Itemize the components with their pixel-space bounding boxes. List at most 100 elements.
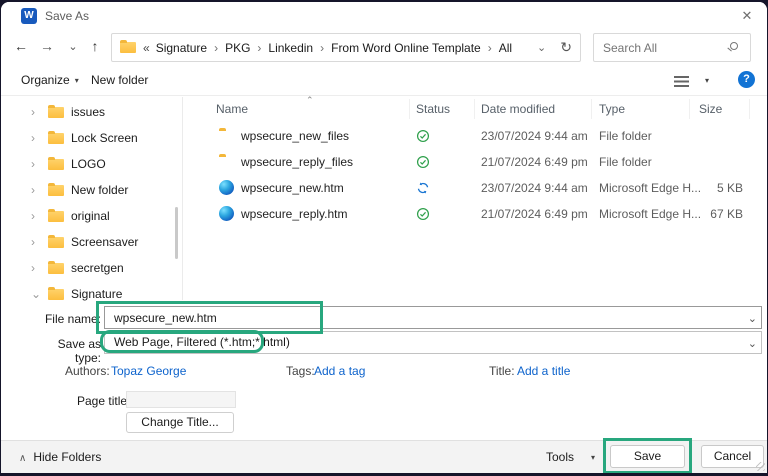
- up-icon[interactable]: ↑: [85, 38, 105, 54]
- column-divider[interactable]: [409, 99, 410, 119]
- column-header-type[interactable]: Type: [599, 102, 625, 116]
- file-name-input[interactable]: [104, 306, 762, 329]
- help-icon[interactable]: ?: [738, 71, 755, 88]
- file-row[interactable]: wpsecure_reply_files 21/07/2024 6:49 pm …: [184, 149, 767, 175]
- resize-grip[interactable]: [756, 462, 765, 471]
- title-label: Title:: [489, 364, 515, 378]
- search-icon[interactable]: [730, 42, 738, 50]
- recent-locations-chevron-icon[interactable]: ⌄: [63, 40, 83, 53]
- file-type: File folder: [599, 155, 652, 169]
- save-as-type-select[interactable]: Web Page, Filtered (*.htm;*.html): [104, 331, 762, 354]
- breadcrumb-segment[interactable]: From Word Online Template: [331, 41, 481, 55]
- chevron-right-icon: ›: [214, 41, 218, 55]
- breadcrumb-segment[interactable]: PKG: [225, 41, 250, 55]
- tools-chevron-icon[interactable]: ▾: [586, 450, 595, 464]
- file-name: wpsecure_reply_files: [241, 155, 353, 169]
- edge-browser-icon: [219, 206, 234, 221]
- sidebar-scrollbar[interactable]: [175, 207, 178, 259]
- file-row[interactable]: wpsecure_new.htm 23/07/2024 9:44 am Micr…: [184, 175, 767, 201]
- column-divider[interactable]: [689, 99, 690, 119]
- search-input[interactable]: [603, 35, 723, 60]
- address-dropdown-chevron-icon[interactable]: ⌄: [537, 41, 546, 54]
- sidebar-item-lock-screen[interactable]: › Lock Screen: [1, 125, 182, 151]
- organize-button[interactable]: Organize▾: [21, 73, 79, 87]
- sidebar-item-label: issues: [71, 99, 105, 125]
- page-title-input[interactable]: [126, 391, 236, 408]
- synced-status-icon: [416, 155, 430, 169]
- file-row[interactable]: wpsecure_reply.htm 21/07/2024 6:49 pm Mi…: [184, 201, 767, 227]
- sidebar-item-logo[interactable]: › LOGO: [1, 151, 182, 177]
- chevron-right-icon[interactable]: ›: [31, 151, 35, 177]
- sidebar-item-label: Screensaver: [71, 229, 138, 255]
- chevron-right-icon[interactable]: ›: [31, 125, 35, 151]
- view-mode-icon[interactable]: [674, 76, 689, 87]
- sidebar-item-secretgen[interactable]: › secretgen: [1, 255, 182, 281]
- tools-button[interactable]: Tools: [546, 450, 574, 464]
- add-title-link[interactable]: Add a title: [517, 364, 570, 378]
- metadata-row: Authors: Topaz George Tags: Add a tag Ti…: [1, 360, 767, 382]
- column-header-status[interactable]: Status: [416, 102, 450, 116]
- sidebar-item-label: secretgen: [71, 255, 124, 281]
- chevron-right-icon[interactable]: ›: [31, 255, 35, 281]
- change-title-button[interactable]: Change Title...: [126, 412, 234, 433]
- synced-status-icon: [416, 207, 430, 221]
- folder-icon: [120, 42, 136, 53]
- add-tag-link[interactable]: Add a tag: [314, 364, 365, 378]
- main-area: › issues › Lock Screen › LOGO › New fold…: [1, 97, 767, 300]
- column-header-name[interactable]: Name: [216, 102, 248, 116]
- breadcrumb[interactable]: « Signature › PKG › Linkedin › From Word…: [111, 33, 581, 62]
- chevron-right-icon[interactable]: ›: [31, 177, 35, 203]
- file-row[interactable]: wpsecure_new_files 23/07/2024 9:44 am Fi…: [184, 123, 767, 149]
- close-icon[interactable]: ✕: [735, 5, 759, 27]
- word-app-icon: W: [21, 8, 37, 24]
- authors-label: Authors:: [65, 364, 110, 378]
- folder-icon: [48, 133, 64, 144]
- breadcrumb-segment[interactable]: Signature: [156, 41, 207, 55]
- chevron-down-icon: ▾: [75, 76, 79, 85]
- file-date-modified: 23/07/2024 9:44 am: [481, 181, 588, 195]
- sidebar-item-original[interactable]: › original: [1, 203, 182, 229]
- sidebar-item-label: New folder: [71, 177, 128, 203]
- file-size: 67 KB: [681, 207, 743, 221]
- sidebar-item-issues[interactable]: › issues: [1, 99, 182, 125]
- breadcrumb-segment[interactable]: All: [499, 41, 512, 55]
- chevron-down-icon[interactable]: ⌄: [748, 312, 757, 325]
- sidebar-item-screensaver[interactable]: › Screensaver: [1, 229, 182, 255]
- chevron-right-icon[interactable]: ›: [31, 229, 35, 255]
- sidebar-item-label: LOGO: [71, 151, 106, 177]
- hide-folders-button[interactable]: ∧Hide Folders: [19, 450, 101, 464]
- breadcrumb-segment[interactable]: Linkedin: [268, 41, 313, 55]
- chevron-down-icon: ▾: [591, 453, 595, 462]
- forward-icon[interactable]: →: [37, 38, 57, 54]
- new-folder-button[interactable]: New folder: [91, 73, 148, 87]
- edge-browser-icon: [219, 180, 234, 195]
- column-header-size[interactable]: Size: [699, 102, 722, 116]
- chevron-down-icon: ▾: [705, 76, 709, 85]
- file-type: File folder: [599, 129, 652, 143]
- chevron-right-icon[interactable]: ›: [31, 99, 35, 125]
- column-divider[interactable]: [749, 99, 750, 119]
- file-date-modified: 21/07/2024 6:49 pm: [481, 155, 588, 169]
- cancel-button[interactable]: Cancel: [701, 445, 764, 468]
- refresh-icon[interactable]: ↻: [560, 39, 572, 56]
- chevron-right-icon[interactable]: ›: [31, 203, 35, 229]
- back-icon[interactable]: ←: [11, 38, 31, 54]
- sidebar-item-label: original: [71, 203, 110, 229]
- view-mode-chevron-icon[interactable]: ▾: [700, 73, 709, 87]
- folder-icon: [48, 185, 64, 196]
- save-button[interactable]: Save: [610, 445, 685, 468]
- sidebar-item-new-folder[interactable]: › New folder: [1, 177, 182, 203]
- column-header-date-modified[interactable]: Date modified: [481, 102, 555, 116]
- column-divider[interactable]: [474, 99, 475, 119]
- folder-icon: [48, 211, 64, 222]
- breadcrumb-collapse-prefix[interactable]: «: [143, 41, 150, 55]
- file-date-modified: 21/07/2024 6:49 pm: [481, 207, 588, 221]
- column-divider[interactable]: [591, 99, 592, 119]
- authors-link[interactable]: Topaz George: [111, 364, 186, 378]
- folder-icon: [48, 107, 64, 118]
- synced-status-icon: [416, 129, 430, 143]
- sort-ascending-icon: ⌃: [306, 95, 314, 106]
- chevron-down-icon[interactable]: ⌄: [748, 337, 757, 350]
- sidebar-item-label: Lock Screen: [71, 125, 138, 151]
- chevron-right-icon: ›: [320, 41, 324, 55]
